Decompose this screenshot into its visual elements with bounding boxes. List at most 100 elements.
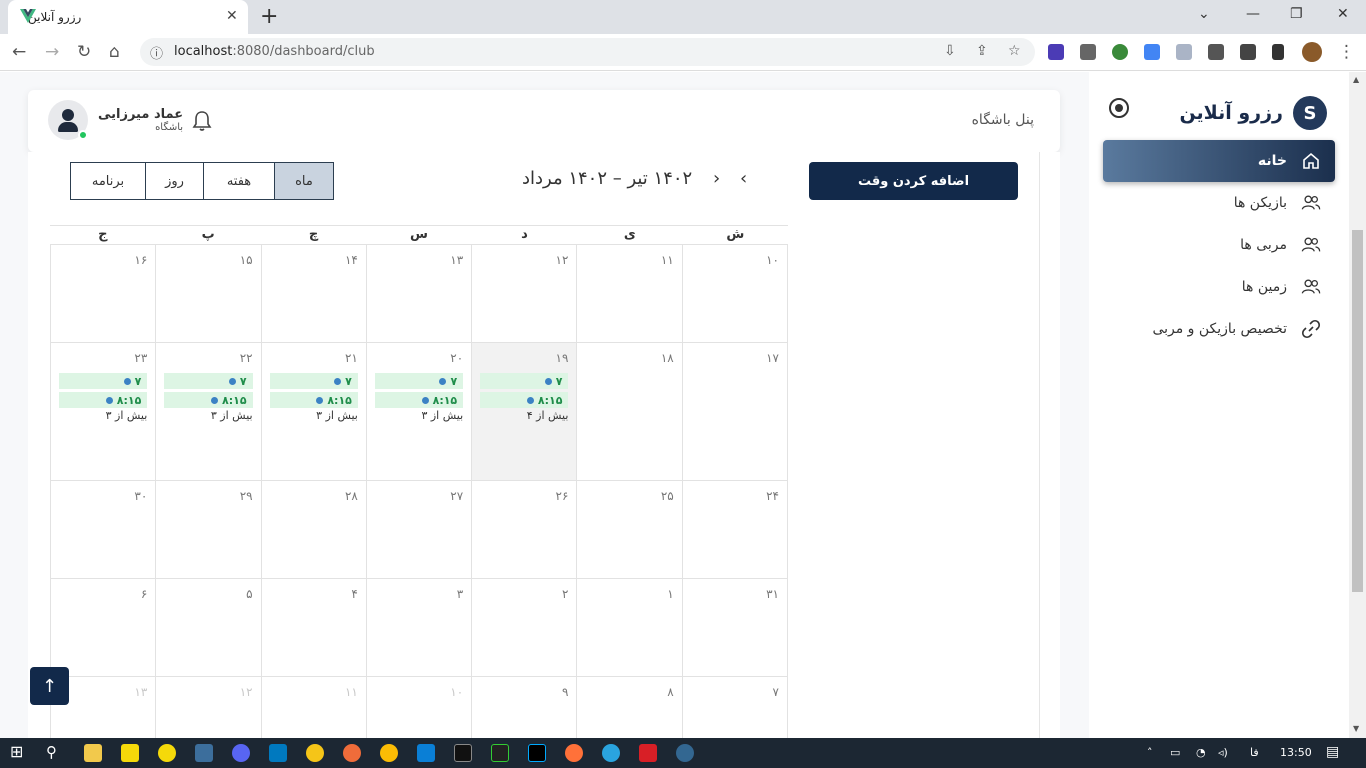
shield-icon[interactable]	[1176, 44, 1192, 60]
calendar-day-cell[interactable]: ۲۰ ۷ ۸:۱۵ بیش از ۳	[365, 343, 471, 480]
close-window-icon[interactable]: ✕	[1337, 6, 1349, 22]
day-number[interactable]: ۴	[351, 587, 357, 601]
show-more-link[interactable]: بیش از ۳	[316, 409, 358, 422]
home-browser-icon[interactable]: ⌂	[109, 42, 120, 62]
bookmark-star-icon[interactable]: ☆	[1008, 43, 1021, 59]
day-number[interactable]: ۲۸	[345, 489, 358, 503]
chrome-icon[interactable]	[380, 744, 398, 762]
day-number[interactable]: ۱۰	[766, 253, 779, 267]
day-number[interactable]: ۲۹	[240, 489, 253, 503]
postman-icon[interactable]	[343, 744, 361, 762]
sidebar-item[interactable]: بازیکن ها	[1103, 182, 1335, 224]
day-number[interactable]: ۵	[246, 587, 252, 601]
calendar-day-cell[interactable]: ۵	[155, 579, 260, 676]
show-more-link[interactable]: بیش از ۳	[106, 409, 148, 422]
sidebar-item[interactable]: مربی ها	[1103, 224, 1335, 266]
calendar-event[interactable]: ۷	[269, 373, 358, 389]
database-tool-icon[interactable]	[195, 744, 213, 762]
scrollbar-thumb[interactable]	[1352, 230, 1363, 592]
profile-avatar[interactable]	[1302, 42, 1322, 62]
extension-icon[interactable]	[1048, 44, 1064, 60]
show-more-link[interactable]: بیش از ۳	[211, 409, 253, 422]
day-number[interactable]: ۳	[457, 587, 463, 601]
menu-kebab-icon[interactable]: ⋮	[1338, 42, 1355, 62]
mail-icon[interactable]	[1080, 44, 1096, 60]
calendar-day-cell[interactable]: ۱۶	[50, 245, 155, 342]
calendar-day-cell[interactable]: ۷	[681, 677, 788, 738]
app-icon-2[interactable]	[306, 744, 324, 762]
day-number[interactable]: ۳۰	[134, 489, 147, 503]
volume-icon[interactable]: ◃)	[1218, 746, 1228, 759]
day-number[interactable]: ۹	[562, 685, 568, 699]
close-tab-icon[interactable]: ✕	[226, 8, 238, 24]
day-number[interactable]: ۱	[667, 587, 673, 601]
calendar-day-cell[interactable]: ۱۱	[576, 245, 681, 342]
page-scrollbar[interactable]: ▲ ▼	[1349, 72, 1366, 738]
telegram-icon[interactable]	[602, 744, 620, 762]
calendar-day-cell[interactable]: ۶	[50, 579, 155, 676]
calendar-day-cell[interactable]: ۸	[576, 677, 681, 738]
calendar-event[interactable]: ۸:۱۵	[480, 392, 569, 408]
day-number[interactable]: ۲	[562, 587, 568, 601]
add-time-button[interactable]: اضافه کردن وقت	[809, 162, 1018, 200]
install-icon[interactable]: ⇩	[944, 43, 956, 59]
calendar-day-cell[interactable]: ۲۷	[365, 481, 471, 578]
sidebar-item[interactable]: تخصیص بازیکن و مربی	[1103, 308, 1335, 350]
calendar-day-cell[interactable]: ۴	[260, 579, 366, 676]
day-number[interactable]: ۱۹	[556, 351, 569, 365]
forward-icon[interactable]: →	[45, 42, 59, 62]
calendar-event[interactable]: ۸:۱۵	[59, 392, 148, 408]
calendar-day-cell[interactable]: ۱۳	[365, 245, 471, 342]
day-number[interactable]: ۲۱	[345, 351, 358, 365]
notifications-icon[interactable]: ▤	[1326, 744, 1339, 760]
pycharm-icon[interactable]	[491, 744, 509, 762]
file-explorer-icon[interactable]	[84, 744, 102, 762]
calendar-day-cell[interactable]: ۳۰	[50, 481, 155, 578]
calendar-day-cell[interactable]: ۱۷	[681, 343, 788, 480]
battery-icon[interactable]: ▭	[1170, 746, 1180, 759]
sidebar-toggle-icon[interactable]	[1109, 98, 1129, 118]
day-number[interactable]: ۳۱	[766, 587, 779, 601]
calendar-event[interactable]: ۷	[59, 373, 148, 389]
calendar-day-cell[interactable]: ۱۰	[365, 677, 471, 738]
sidebar-item[interactable]: زمین ها	[1103, 266, 1335, 308]
day-number[interactable]: ۱۳	[450, 253, 463, 267]
avatar[interactable]	[48, 100, 88, 140]
calendar-event[interactable]: ۸:۱۵	[164, 392, 253, 408]
globe-extension-icon[interactable]	[1112, 44, 1128, 60]
address-bar[interactable]: ⓘ localhost:8080/dashboard/club ⇩ ⇪ ☆	[140, 38, 1035, 66]
tray-chevron-icon[interactable]: ˄	[1147, 746, 1153, 759]
calendar-day-cell[interactable]: ۱۹ ۷ ۸:۱۵ بیش از ۴	[471, 343, 577, 480]
day-number[interactable]: ۲۲	[240, 351, 253, 365]
calendar-day-cell[interactable]: ۱۴	[260, 245, 366, 342]
sticky-notes-icon[interactable]	[121, 744, 139, 762]
translate-icon[interactable]	[1144, 44, 1160, 60]
view-button[interactable]: برنامه	[70, 162, 146, 200]
calendar-day-cell[interactable]: ۲۸	[260, 481, 366, 578]
share-icon[interactable]: ⇪	[976, 43, 988, 59]
restore-icon[interactable]: ❐	[1290, 6, 1303, 22]
windows-start-icon[interactable]: ⊞	[10, 742, 28, 761]
day-number[interactable]: ۲۵	[661, 489, 674, 503]
day-number[interactable]: ۸	[667, 685, 673, 699]
reload-icon[interactable]: ↻	[77, 42, 91, 62]
back-icon[interactable]: ←	[12, 42, 26, 62]
day-number[interactable]: ۱۸	[661, 351, 674, 365]
trello-icon[interactable]	[269, 744, 287, 762]
day-number[interactable]: ۱۴	[345, 253, 358, 267]
calendar-day-cell[interactable]: ۲۵	[576, 481, 681, 578]
calendar-event[interactable]: ۸:۱۵	[269, 392, 358, 408]
calendar-event[interactable]: ۷	[480, 373, 569, 389]
day-number[interactable]: ۱۲	[240, 685, 253, 699]
day-number[interactable]: ۱۲	[556, 253, 569, 267]
browser-tab[interactable]: رزرو آنلاین ✕	[8, 0, 248, 34]
calendar-day-cell[interactable]: ۱۵	[155, 245, 260, 342]
show-more-link[interactable]: بیش از ۴	[527, 409, 569, 422]
app-icon-3[interactable]	[639, 744, 657, 762]
day-number[interactable]: ۱۶	[134, 253, 147, 267]
view-button[interactable]: روز	[145, 162, 204, 200]
minimize-icon[interactable]: —	[1246, 6, 1260, 22]
calendar-day-cell[interactable]: ۱۸	[576, 343, 681, 480]
next-period-icon[interactable]: ›	[713, 168, 720, 189]
new-tab-button[interactable]: +	[260, 4, 278, 29]
